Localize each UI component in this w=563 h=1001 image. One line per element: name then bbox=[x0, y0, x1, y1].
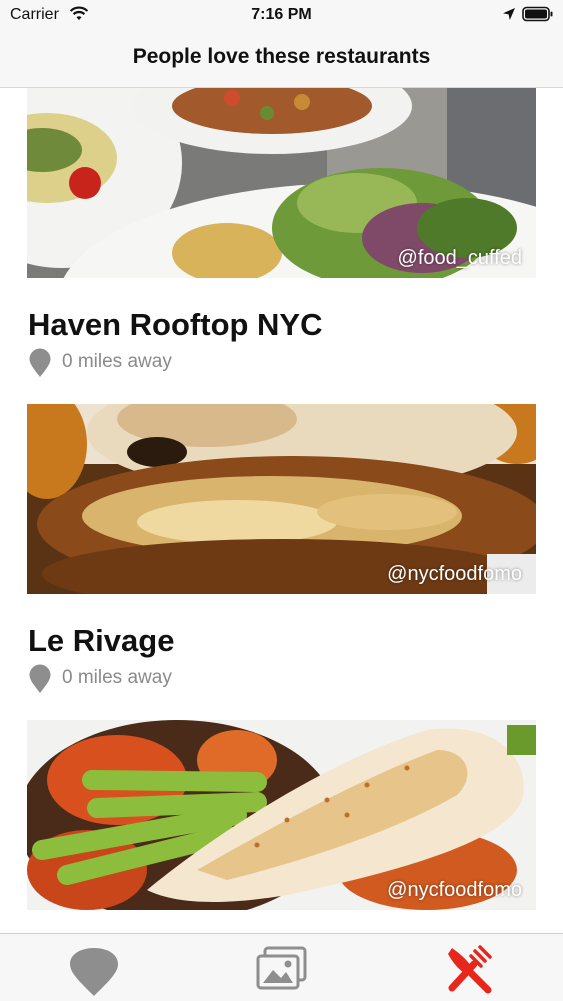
map-pin-icon bbox=[28, 664, 52, 699]
fork-knife-icon bbox=[448, 945, 492, 994]
photo-gallery-icon bbox=[256, 946, 307, 990]
restaurant-photo[interactable]: @nycfoodfomo bbox=[27, 404, 536, 594]
status-bar: Carrier 7:16 PM bbox=[0, 0, 563, 30]
tab-restaurants[interactable] bbox=[409, 934, 529, 1001]
restaurant-name[interactable]: Haven Rooftop NYC bbox=[28, 307, 323, 343]
location-arrow-icon bbox=[502, 7, 516, 26]
restaurant-name[interactable]: Le Rivage bbox=[28, 623, 174, 659]
tab-gallery[interactable] bbox=[222, 934, 342, 1001]
photo-credit: @nycfoodfomo bbox=[387, 879, 522, 901]
photo-credit: @food_cuffed bbox=[397, 247, 522, 269]
tab-bar bbox=[0, 933, 563, 1001]
distance-label: 0 miles away bbox=[62, 667, 172, 688]
battery-icon bbox=[522, 6, 554, 27]
tab-map[interactable] bbox=[34, 934, 154, 1001]
restaurant-photo[interactable]: @food_cuffed bbox=[27, 88, 536, 278]
map-pin-icon bbox=[28, 348, 52, 383]
navigation-bar: People love these restaurants bbox=[0, 30, 563, 88]
clock-time: 7:16 PM bbox=[251, 6, 312, 23]
map-pin-icon bbox=[70, 948, 118, 996]
distance-label: 0 miles away bbox=[62, 351, 172, 372]
page-title: People love these restaurants bbox=[132, 45, 431, 68]
restaurant-photo[interactable]: @nycfoodfomo bbox=[27, 720, 536, 910]
photo-credit: @nycfoodfomo bbox=[387, 563, 522, 585]
